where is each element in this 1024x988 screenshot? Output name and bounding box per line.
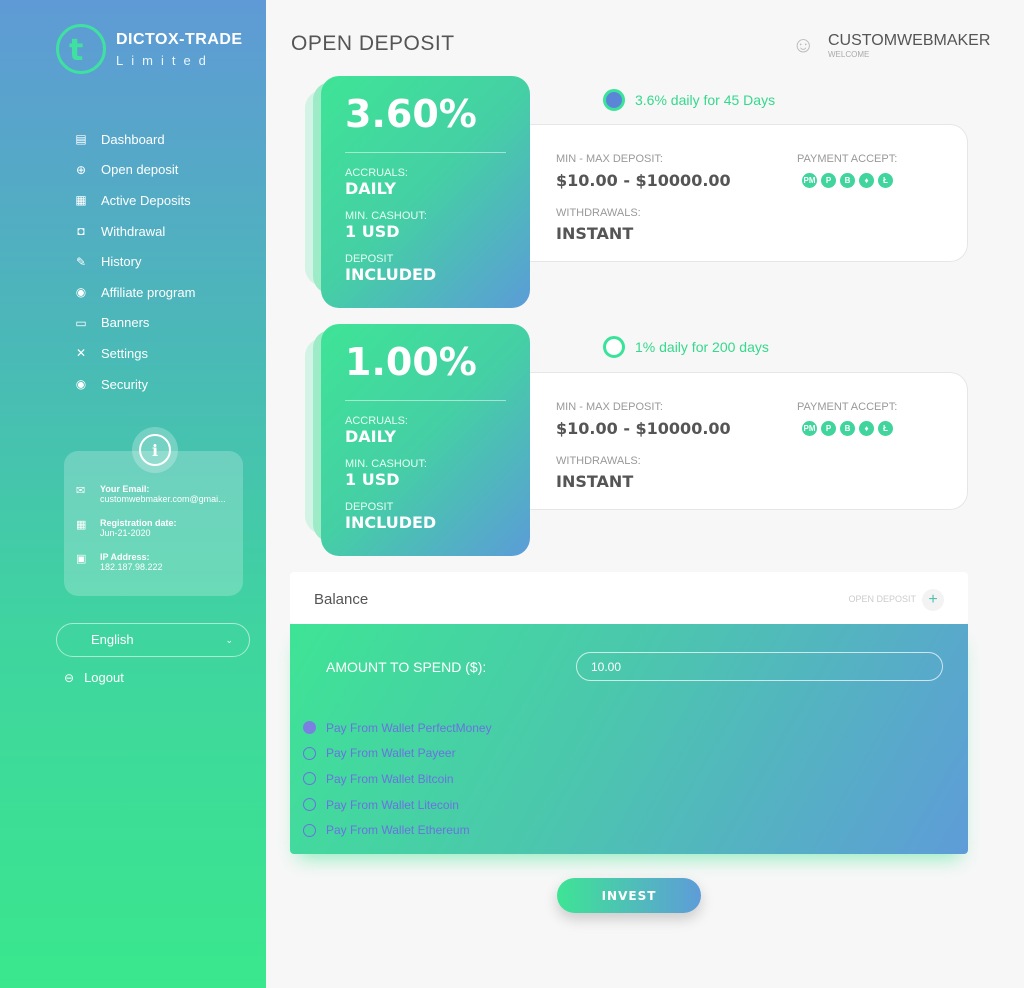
wallet-option-payeer[interactable]: Pay From Wallet Payeer	[303, 741, 492, 767]
sidebar: t DICTOX-TRADE Limited ▤ Dashboard ⊕ Open …	[0, 0, 266, 988]
invest-button[interactable]: INVEST	[557, 878, 701, 913]
sidebar-nav: ▤ Dashboard ⊕ Open deposit ▦ Active Deposit…	[72, 124, 195, 399]
deposit-value: INCLUDED	[345, 265, 437, 284]
chevron-down-icon: ⌄	[225, 635, 233, 645]
wallet-option-bitcoin[interactable]: Pay From Wallet Bitcoin	[303, 766, 492, 792]
sidebar-item-security[interactable]: ◉ Security	[72, 369, 195, 400]
plan-details: MIN - MAX DEPOSIT: $10.00 - $10000.00 WI…	[530, 124, 968, 262]
perfectmoney-icon: PM	[802, 421, 817, 436]
balance-label: Balance	[314, 591, 369, 608]
language-select[interactable]: English ⌄	[56, 623, 250, 657]
dashboard-icon: ▤	[75, 132, 87, 147]
ethereum-icon: ♦	[859, 421, 874, 436]
sidebar-item-banners[interactable]: ▭ Banners	[72, 308, 195, 339]
envelope-icon: ✉	[76, 485, 86, 497]
ip-icon: ▣	[76, 553, 87, 565]
cashout-value: 1 USD	[345, 222, 400, 241]
accruals-value: DAILY	[345, 179, 396, 198]
radio-icon[interactable]	[303, 721, 316, 735]
bitcoin-icon: B	[840, 173, 855, 188]
logout-icon: ⊖	[64, 670, 75, 685]
user-name: CUSTOMWEBMAKER	[828, 32, 991, 49]
minmax-value: $10.00 - $10000.00	[556, 171, 731, 190]
perfectmoney-icon: PM	[802, 173, 817, 188]
info-ip: ▣ IP Address: 182.187.98.222	[76, 552, 163, 572]
wallet-option-litecoin[interactable]: Pay From Wallet Litecoin	[303, 792, 492, 818]
sidebar-item-settings[interactable]: ✕ Settings	[72, 338, 195, 369]
amount-input[interactable]	[576, 652, 943, 681]
sidebar-item-open-deposit[interactable]: ⊕ Open deposit	[72, 155, 195, 186]
radio-icon[interactable]	[303, 746, 316, 760]
user-profile[interactable]: ☺ CUSTOMWEBMAKER WELCOME	[792, 32, 990, 60]
rate-card: 3.60% ACCRUALS: DAILY MIN. CASHOUT: 1 US…	[321, 76, 530, 308]
info-icon: i	[139, 434, 171, 466]
info-registration: ▦ Registration date: Jun-21-2020	[76, 518, 177, 538]
banner-icon: ▭	[75, 315, 87, 330]
sidebar-item-affiliate[interactable]: ◉ Affiliate program	[72, 277, 196, 308]
radio-icon[interactable]	[303, 798, 316, 812]
fingerprint-icon: ◉	[75, 285, 87, 300]
wallet-options: Pay From Wallet PerfectMoney Pay From Wa…	[303, 715, 492, 843]
wallet-icon: ◘	[77, 224, 85, 239]
radio-icon[interactable]	[303, 823, 316, 837]
plus-circle-icon: ⊕	[75, 162, 87, 177]
brand-title: DICTOX-TRADE	[116, 30, 243, 48]
info-badge: i	[132, 427, 178, 473]
logo-icon: t	[56, 24, 106, 74]
brand-subtitle: Limited	[116, 52, 214, 68]
welcome-text: WELCOME	[828, 50, 870, 59]
plan-radio-2[interactable]: 1% daily for 200 days	[603, 336, 769, 358]
radio-selected-icon[interactable]	[603, 89, 625, 111]
wallet-option-ethereum[interactable]: Pay From Wallet Ethereum	[303, 817, 492, 843]
tools-icon: ✕	[75, 346, 87, 361]
deposit-form: AMOUNT TO SPEND ($): Pay From Wallet Per…	[290, 624, 968, 854]
radio-unselected-icon[interactable]	[603, 336, 625, 358]
history-icon: ✎	[75, 254, 87, 269]
brand-logo[interactable]: t DICTOX-TRADE Limited	[56, 24, 243, 74]
payment-icons: PM P B ♦ Ł	[802, 421, 897, 436]
bitcoin-icon: B	[840, 421, 855, 436]
calendar-icon: ▦	[76, 519, 87, 531]
balance-bar: Balance OPEN DEPOSIT +	[290, 572, 968, 624]
page-title: OPEN DEPOSIT	[291, 32, 455, 55]
plan-card-2[interactable]: 1% daily for 200 days 1.00% ACCRUALS: DA…	[305, 324, 968, 556]
litecoin-icon: Ł	[878, 173, 893, 188]
logout-link[interactable]: ⊖ Logout	[64, 670, 124, 685]
withdraw-value: INSTANT	[556, 224, 634, 243]
accruals-value: DAILY	[345, 427, 396, 446]
ethereum-icon: ♦	[859, 173, 874, 188]
sidebar-item-active-deposits[interactable]: ▦ Active Deposits	[72, 185, 195, 216]
plan-card-1[interactable]: 3.6% daily for 45 Days 3.60% ACCRUALS: D…	[305, 76, 968, 308]
sidebar-item-withdrawal[interactable]: ◘ Withdrawal	[72, 216, 195, 247]
plan-rate: 1.00%	[345, 340, 477, 384]
sidebar-item-history[interactable]: ✎ History	[72, 246, 195, 277]
radio-icon[interactable]	[303, 772, 316, 786]
payeer-icon: P	[821, 421, 836, 436]
wallet-option-perfectmoney[interactable]: Pay From Wallet PerfectMoney	[303, 715, 492, 741]
deposits-icon: ▦	[75, 193, 87, 208]
deposit-value: INCLUDED	[345, 513, 437, 532]
withdraw-value: INSTANT	[556, 472, 634, 491]
litecoin-icon: Ł	[878, 421, 893, 436]
user-icon: ☺	[792, 32, 815, 57]
open-deposit-link[interactable]: OPEN DEPOSIT	[848, 594, 916, 604]
sidebar-item-dashboard[interactable]: ▤ Dashboard	[72, 124, 195, 155]
rate-card: 1.00% ACCRUALS: DAILY MIN. CASHOUT: 1 US…	[321, 324, 530, 556]
fingerprint-icon: ◉	[75, 377, 87, 392]
plan-details: MIN - MAX DEPOSIT: $10.00 - $10000.00 WI…	[530, 372, 968, 510]
plan-radio-1[interactable]: 3.6% daily for 45 Days	[603, 89, 775, 111]
minmax-value: $10.00 - $10000.00	[556, 419, 731, 438]
plus-icon[interactable]: +	[922, 589, 944, 611]
payeer-icon: P	[821, 173, 836, 188]
cashout-value: 1 USD	[345, 470, 400, 489]
plan-rate: 3.60%	[345, 92, 477, 136]
amount-label: AMOUNT TO SPEND ($):	[326, 659, 487, 675]
info-email: ✉ Your Email: customwebmaker.com@gmai...	[76, 484, 226, 504]
payment-icons: PM P B ♦ Ł	[802, 173, 897, 188]
